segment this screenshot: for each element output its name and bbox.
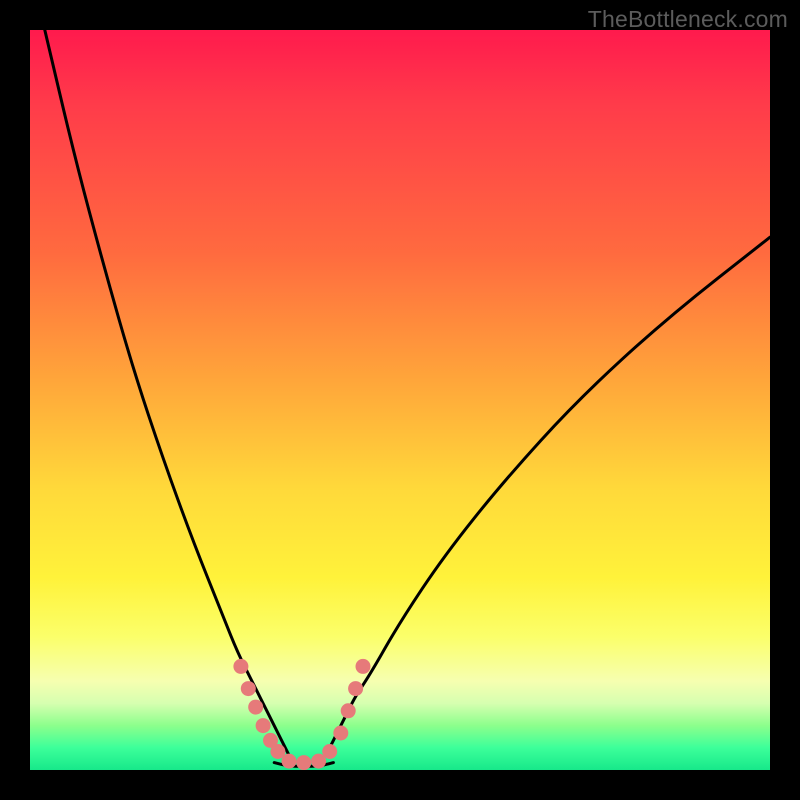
plot-area bbox=[30, 30, 770, 770]
marker-dot bbox=[241, 681, 256, 696]
marker-dot bbox=[256, 718, 271, 733]
series-right-curve bbox=[326, 237, 770, 755]
marker-dot bbox=[322, 744, 337, 759]
marker-dot bbox=[282, 754, 297, 769]
chart-frame: TheBottleneck.com bbox=[0, 0, 800, 800]
marker-dot bbox=[356, 659, 371, 674]
watermark-text: TheBottleneck.com bbox=[588, 6, 788, 33]
marker-dot bbox=[348, 681, 363, 696]
marker-dot bbox=[296, 755, 311, 770]
marker-dot bbox=[333, 726, 348, 741]
series-left-curve bbox=[45, 30, 289, 755]
marker-dot bbox=[248, 700, 263, 715]
marker-dot bbox=[233, 659, 248, 674]
curve-layer bbox=[30, 30, 770, 770]
marker-dot bbox=[341, 703, 356, 718]
